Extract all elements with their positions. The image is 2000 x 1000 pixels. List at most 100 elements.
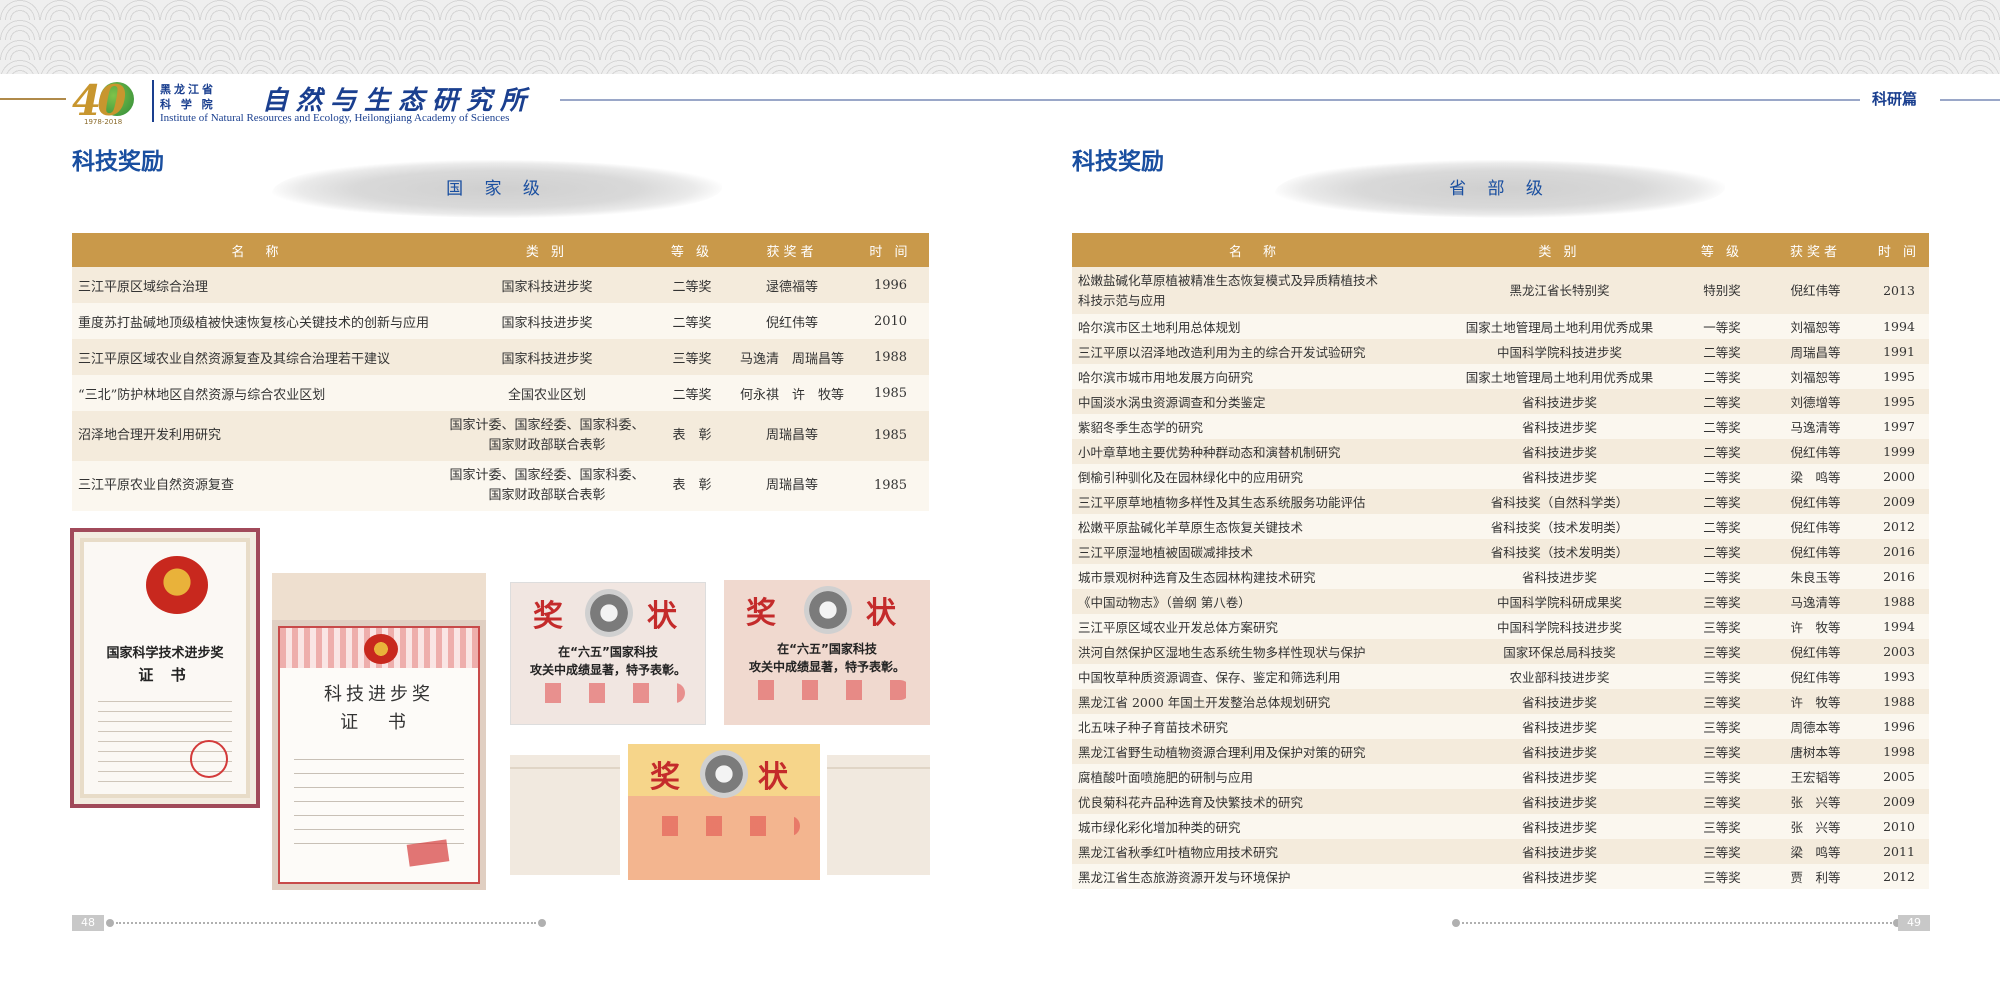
award-board-photo: 奖 状 在“六五”国家科技 攻关中成绩显著，特予表彰。	[724, 580, 930, 725]
table-row: 三江平原区域农业开发总体方案研究 中国科学院科技进步奖 三等奖 许 牧等 199…	[1072, 614, 1929, 639]
award-name: 洪河自然保护区湿地生态系统生物多样性现状与保护	[1072, 639, 1437, 664]
award-grade: 三等奖	[1682, 764, 1762, 789]
award-grade: 一等奖	[1682, 314, 1762, 339]
award-year: 1995	[1869, 389, 1929, 414]
award-winner: 唐树本等	[1762, 739, 1869, 764]
award-year: 2010	[852, 303, 929, 339]
table-row: 三江平原湿地植被固碳减排技术 省科技奖（技术发明类） 二等奖 倪红伟等 2016	[1072, 539, 1929, 564]
award-winner: 倪红伟等	[732, 303, 852, 339]
award-name: 黑龙江省野生动植物资源合理利用及保护对策的研究	[1072, 739, 1437, 764]
institute-name-en: Institute of Natural Resources and Ecolo…	[160, 112, 510, 124]
award-category: 省科技奖（技术发明类）	[1437, 514, 1682, 539]
award-name: 城市绿化彩化增加种类的研究	[1072, 814, 1437, 839]
award-year: 2009	[1869, 789, 1929, 814]
award-grade: 三等奖	[1682, 739, 1762, 764]
award-name-line2: 科技示范与应用	[1078, 292, 1166, 308]
award-category: 省科技进步奖	[1437, 839, 1682, 864]
medallion-icon	[585, 589, 633, 637]
table-row: 中国淡水涡虫资源调查和分类鉴定 省科技进步奖 二等奖 刘德增等 1995	[1072, 389, 1929, 414]
award-winner: 周瑞昌等	[732, 411, 852, 461]
column-header-year: 时 间	[1869, 233, 1929, 267]
award-name: 松嫩盐碱化草原植被精准生态恢复模式及异质精植技术 科技示范与应用	[1072, 267, 1437, 314]
award-name: 紫貂冬季生态学的研究	[1072, 414, 1437, 439]
award-winner: 周瑞昌等	[1762, 339, 1869, 364]
award-grade: 二等奖	[1682, 439, 1762, 464]
medallion-icon	[804, 586, 852, 634]
award-category: 省科技奖（自然科学类）	[1437, 489, 1682, 514]
award-category: 国家环保总局科技奖	[1437, 639, 1682, 664]
award-year: 1993	[1869, 664, 1929, 689]
award-char-left: 奖	[650, 760, 680, 795]
award-char-right: 状	[866, 596, 896, 631]
award-name: 小叶章草地主要优势种种群动态和演替机制研究	[1072, 439, 1437, 464]
award-year: 2013	[1869, 267, 1929, 314]
award-name: 三江平原以沼泽地改造利用为主的综合开发试验研究	[1072, 339, 1437, 364]
award-winner: 逯德福等	[732, 267, 852, 303]
award-grade: 表 彰	[652, 411, 732, 461]
award-winner: 倪红伟等	[1762, 539, 1869, 564]
award-year: 1995	[1869, 364, 1929, 389]
award-winner: 刘福恕等	[1762, 364, 1869, 389]
seal-icon	[406, 839, 450, 867]
level-banner-national: 国 家 级	[272, 160, 722, 218]
award-grade: 三等奖	[1682, 814, 1762, 839]
backdrop-line	[827, 767, 930, 769]
award-grade: 二等奖	[1682, 389, 1762, 414]
award-year: 2011	[1869, 839, 1929, 864]
header-rule	[1940, 99, 2000, 101]
top-wave-pattern	[0, 0, 2000, 74]
header-rule	[560, 99, 1860, 101]
award-category: 省科技进步奖	[1437, 764, 1682, 789]
certificate-paper: 国家科学技术进步奖 证 书	[84, 542, 246, 794]
board-text-line1: 在“六五”国家科技	[777, 642, 877, 656]
award-year: 2016	[1869, 564, 1929, 589]
award-name: 哈尔滨市区土地利用总体规划	[1072, 314, 1437, 339]
academy-name-line1: 黑龙江省	[160, 83, 216, 96]
award-winner: 刘福恕等	[1762, 314, 1869, 339]
table-header-row: 名 称 类 别 等 级 获奖者 时 间	[1072, 233, 1929, 267]
award-year: 2003	[1869, 639, 1929, 664]
footer-dot	[106, 919, 114, 927]
right-page-title: 科技奖励	[1072, 149, 1164, 175]
award-grade: 二等奖	[1682, 339, 1762, 364]
page-number-right: 49	[1898, 915, 1930, 931]
award-char-left: 奖	[746, 596, 776, 631]
award-winner: 倪红伟等	[1762, 664, 1869, 689]
table-row: 黑龙江省生态旅游资源开发与环境保护 省科技进步奖 三等奖 贾 利等 2012	[1072, 864, 1929, 889]
award-name: 黑龙江省 2000 年国土开发整治总体规划研究	[1072, 689, 1437, 714]
award-year: 1988	[852, 339, 929, 375]
award-category: 省科技进步奖	[1437, 564, 1682, 589]
award-grade: 二等奖	[1682, 364, 1762, 389]
footer-dot	[1452, 919, 1460, 927]
award-name: 重度苏打盐碱地顶级植被快速恢复核心关键技术的创新与应用	[72, 303, 442, 339]
medallion-icon	[700, 750, 748, 798]
table-row: 黑龙江省 2000 年国土开发整治总体规划研究 省科技进步奖 三等奖 许 牧等 …	[1072, 689, 1929, 714]
award-name: 中国淡水涡虫资源调查和分类鉴定	[1072, 389, 1437, 414]
national-emblem-icon	[364, 634, 398, 664]
national-awards-table: 名 称 类 别 等 级 获奖者 时 间 三江平原区域综合治理 国家科技进步奖 二…	[72, 233, 929, 511]
award-grade: 二等奖	[1682, 414, 1762, 439]
table-row: 松嫩盐碱化草原植被精准生态恢复模式及异质精植技术 科技示范与应用 黑龙江省长特别…	[1072, 267, 1929, 314]
left-page-title: 科技奖励	[72, 149, 164, 175]
academy-name-line2: 科 学 院	[160, 98, 216, 111]
award-year: 2010	[1869, 814, 1929, 839]
table-header-row: 名 称 类 别 等 级 获奖者 时 间	[72, 233, 929, 267]
certificate-paper: 科技进步奖 证 书	[278, 626, 480, 884]
award-char-right: 状	[758, 760, 788, 795]
column-header-name: 名 称	[72, 233, 442, 267]
award-grade: 二等奖	[652, 267, 732, 303]
award-year: 1985	[852, 461, 929, 511]
award-grade: 三等奖	[1682, 589, 1762, 614]
column-header-year: 时 间	[852, 233, 929, 267]
table-row: 倒榆引种驯化及在园林绿化中的应用研究 省科技进步奖 二等奖 梁 鸣等 2000	[1072, 464, 1929, 489]
award-category: 农业部科技进步奖	[1437, 664, 1682, 689]
logo-years: 1978-2018	[84, 118, 123, 126]
award-category: 省科技进步奖	[1437, 689, 1682, 714]
table-row: 三江平原草地植物多样性及其生态系统服务功能评估 省科技奖（自然科学类） 二等奖 …	[1072, 489, 1929, 514]
award-name: 沼泽地合理开发利用研究	[72, 411, 442, 461]
award-name: 《中国动物志》（兽纲 第八卷）	[1072, 589, 1437, 614]
award-category: 省科技进步奖	[1437, 439, 1682, 464]
award-char-left: 奖	[533, 599, 563, 634]
award-name: 黑龙江省秋季红叶植物应用技术研究	[1072, 839, 1437, 864]
award-year: 1999	[1869, 439, 1929, 464]
